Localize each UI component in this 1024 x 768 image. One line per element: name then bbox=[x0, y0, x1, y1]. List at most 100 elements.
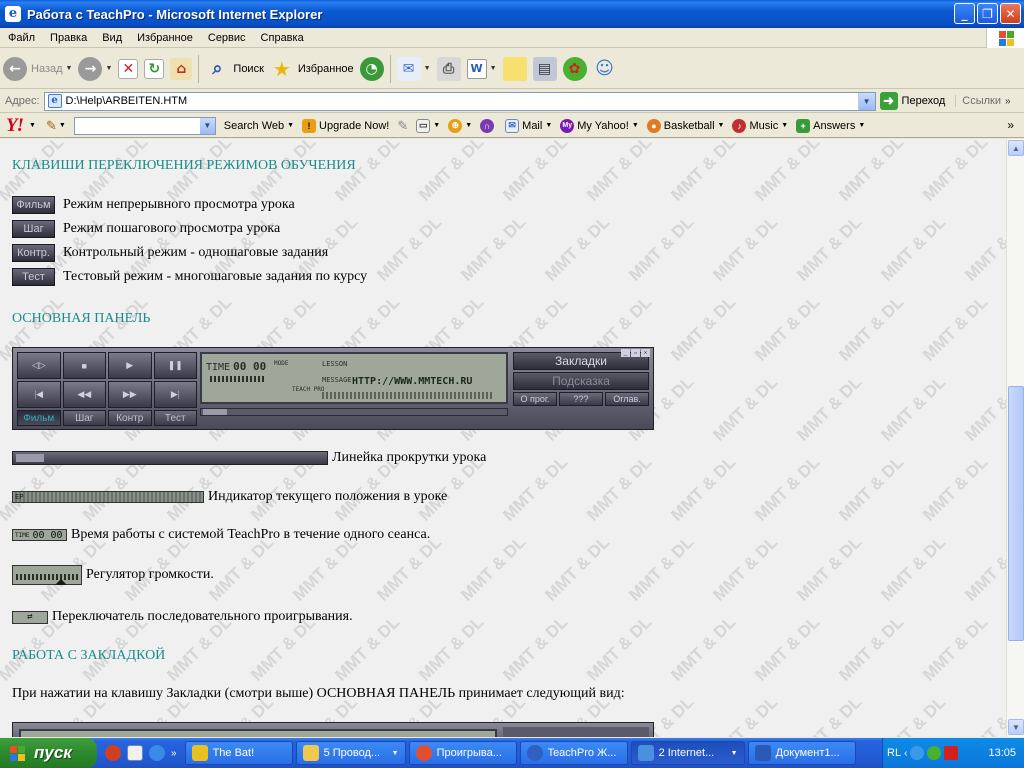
sequential-switch-widget: ⇄ bbox=[12, 610, 48, 624]
chevron-down-icon[interactable]: ▼ bbox=[287, 122, 294, 129]
chevron-down-icon[interactable]: ▼ bbox=[199, 117, 215, 134]
chevron-down-icon[interactable]: ▼ bbox=[857, 92, 875, 110]
language-indicator[interactable]: RL bbox=[887, 747, 901, 759]
mode-description: Контрольный режим - одношаговые задания bbox=[63, 245, 329, 260]
test-mode-button[interactable]: Тест bbox=[12, 268, 55, 286]
task-internet-explorer[interactable]: 2 Internet... ▼ bbox=[630, 741, 745, 765]
toolbar-separator bbox=[198, 54, 200, 83]
search-web-button[interactable]: Search Web ▼ bbox=[224, 120, 294, 132]
control-mode-button[interactable]: Контр. bbox=[12, 244, 55, 262]
messenger-yahoo-button[interactable]: ∩ bbox=[480, 118, 497, 133]
antispy-button[interactable]: ⊕ ▼ bbox=[448, 118, 472, 133]
antivirus-icon[interactable] bbox=[944, 746, 959, 760]
chevron-right-icon[interactable]: » bbox=[171, 748, 177, 759]
pencil-icon[interactable]: ✎ bbox=[46, 118, 57, 134]
scroll-up-icon[interactable]: ▲ bbox=[1008, 140, 1024, 156]
menu-help[interactable]: Справка bbox=[253, 32, 311, 44]
chevron-right-icon[interactable]: » bbox=[1005, 96, 1011, 107]
search-web-label: Search Web bbox=[223, 119, 285, 132]
go-button[interactable]: ➜ Переход bbox=[879, 92, 945, 110]
step-mode-button[interactable]: Шаг bbox=[12, 220, 55, 238]
back-button[interactable]: ← Назад ▼ bbox=[0, 51, 75, 87]
edit-button[interactable]: W ▼ bbox=[464, 51, 500, 87]
icq-button[interactable]: ✿ bbox=[560, 51, 590, 87]
highlight-button[interactable]: ✎ bbox=[397, 118, 408, 134]
chevron-down-icon[interactable]: ▼ bbox=[858, 122, 865, 129]
mode-description: Режим непрерывного просмотра урока bbox=[63, 197, 295, 212]
chevron-down-icon[interactable]: ▼ bbox=[59, 122, 66, 129]
yahoo-search-input[interactable]: ▼ bbox=[73, 116, 216, 135]
chevron-down-icon[interactable]: ▼ bbox=[29, 122, 36, 129]
chevron-down-icon[interactable]: ▼ bbox=[718, 122, 725, 129]
position-indicator-widget: EP bbox=[12, 491, 204, 503]
task-explorer[interactable]: 5 Провод... ▼ bbox=[295, 741, 406, 765]
item-text: Линейка прокрутки урока bbox=[332, 450, 487, 465]
chevron-down-icon[interactable]: ▼ bbox=[465, 122, 472, 129]
start-button[interactable]: пуск bbox=[0, 738, 97, 768]
history-icon: ◔ bbox=[359, 56, 384, 81]
watermark-text: MMT & DL bbox=[877, 212, 950, 285]
chevron-down-icon[interactable]: ▼ bbox=[105, 65, 112, 72]
menu-tools[interactable]: Сервис bbox=[200, 32, 253, 44]
print-button[interactable]: ⎙ bbox=[434, 51, 464, 87]
show-desktop-icon[interactable] bbox=[127, 745, 143, 761]
watermark-text: MMT & DL bbox=[919, 139, 992, 205]
watermark-text: MMT & DL bbox=[751, 612, 824, 685]
quick-launch-app-icon[interactable] bbox=[105, 745, 121, 761]
address-input[interactable]: e D:\Help\ARBEITEN.HTM ▼ bbox=[43, 91, 876, 111]
favorites-button[interactable]: ★ Избранное bbox=[267, 51, 357, 87]
maximize-button[interactable]: ❐ bbox=[977, 3, 998, 24]
forward-button[interactable]: → ▼ bbox=[75, 51, 115, 87]
menu-edit[interactable]: Правка bbox=[42, 32, 94, 44]
menu-view[interactable]: Вид bbox=[94, 32, 129, 44]
watermark-text: MMT & DL bbox=[751, 139, 824, 205]
music-button[interactable]: ♪ Music ▼ bbox=[732, 118, 788, 133]
links-button[interactable]: Ссылки bbox=[955, 95, 1001, 107]
heading-modes: КЛАВИШИ ПЕРЕКЛЮЧЕНИЯ РЕЖИМОВ ОБУЧЕНИЯ bbox=[12, 158, 356, 173]
network-icon[interactable] bbox=[910, 746, 925, 760]
minimize-button[interactable]: _ bbox=[954, 3, 975, 24]
chevron-right-icon[interactable]: » bbox=[1007, 118, 1014, 132]
messenger-button[interactable]: ☺ bbox=[590, 51, 620, 87]
research-button[interactable]: ▤ bbox=[530, 51, 560, 87]
task-teachpro[interactable]: TeachPro Ж... bbox=[519, 741, 628, 765]
close-button[interactable]: ✕ bbox=[1000, 3, 1021, 24]
chevron-down-icon[interactable]: ▼ bbox=[781, 122, 788, 129]
home-button[interactable]: ⌂ bbox=[167, 51, 195, 87]
answers-button[interactable]: + Answers ▼ bbox=[796, 118, 865, 133]
chevron-down-icon[interactable]: ▼ bbox=[632, 122, 639, 129]
menu-file[interactable]: Файл bbox=[0, 32, 42, 44]
mail-yahoo-button[interactable]: ✉ Mail ▼ bbox=[505, 118, 552, 133]
task-player[interactable]: Проигрыва... bbox=[408, 741, 517, 765]
panel-display bbox=[19, 729, 497, 737]
history-button[interactable]: ◔ bbox=[357, 51, 387, 87]
task-word[interactable]: Документ1... bbox=[747, 741, 856, 765]
popup-blocker-button[interactable]: ▭ ▼ bbox=[416, 118, 440, 133]
upgrade-button[interactable]: ! Upgrade Now! bbox=[302, 118, 389, 133]
task-the-bat[interactable]: The Bat! bbox=[184, 741, 293, 765]
my-yahoo-button[interactable]: My My Yahoo! ▼ bbox=[560, 118, 639, 133]
menu-favorites[interactable]: Избранное bbox=[129, 32, 200, 44]
discuss-button[interactable] bbox=[500, 51, 530, 87]
chevron-down-icon[interactable]: ▼ bbox=[545, 122, 552, 129]
basketball-button[interactable]: ● Basketball ▼ bbox=[646, 118, 725, 133]
heading-bookmarks: РАБОТА С ЗАКЛАДКОЙ bbox=[12, 648, 166, 663]
watermark-text: MMT & DL bbox=[877, 372, 950, 445]
vertical-scrollbar[interactable]: ▲ ▼ bbox=[1006, 139, 1024, 737]
stop-button[interactable]: ✕ bbox=[115, 51, 141, 87]
chevron-down-icon[interactable]: ▼ bbox=[490, 65, 497, 72]
yahoo-logo[interactable]: Y! bbox=[6, 115, 24, 137]
film-mode-button[interactable]: Фильм bbox=[12, 196, 55, 214]
mail-button[interactable]: ✉ ▼ bbox=[394, 51, 434, 87]
title-bar[interactable]: e Работа с TeachPro - Microsoft Internet… bbox=[0, 0, 1024, 28]
search-button[interactable]: ⌕ Поиск bbox=[202, 51, 266, 87]
chevron-down-icon[interactable]: ▼ bbox=[424, 65, 431, 72]
ie-quick-launch-icon[interactable] bbox=[149, 745, 165, 761]
refresh-button[interactable]: ↻ bbox=[141, 51, 167, 87]
chevron-left-icon[interactable]: ‹ bbox=[904, 748, 907, 759]
chevron-down-icon[interactable]: ▼ bbox=[66, 65, 73, 72]
scroll-down-icon[interactable]: ▼ bbox=[1008, 719, 1024, 735]
icq-tray-icon[interactable] bbox=[927, 746, 942, 760]
chevron-down-icon[interactable]: ▼ bbox=[433, 122, 440, 129]
scrollbar-thumb[interactable] bbox=[1008, 386, 1024, 641]
